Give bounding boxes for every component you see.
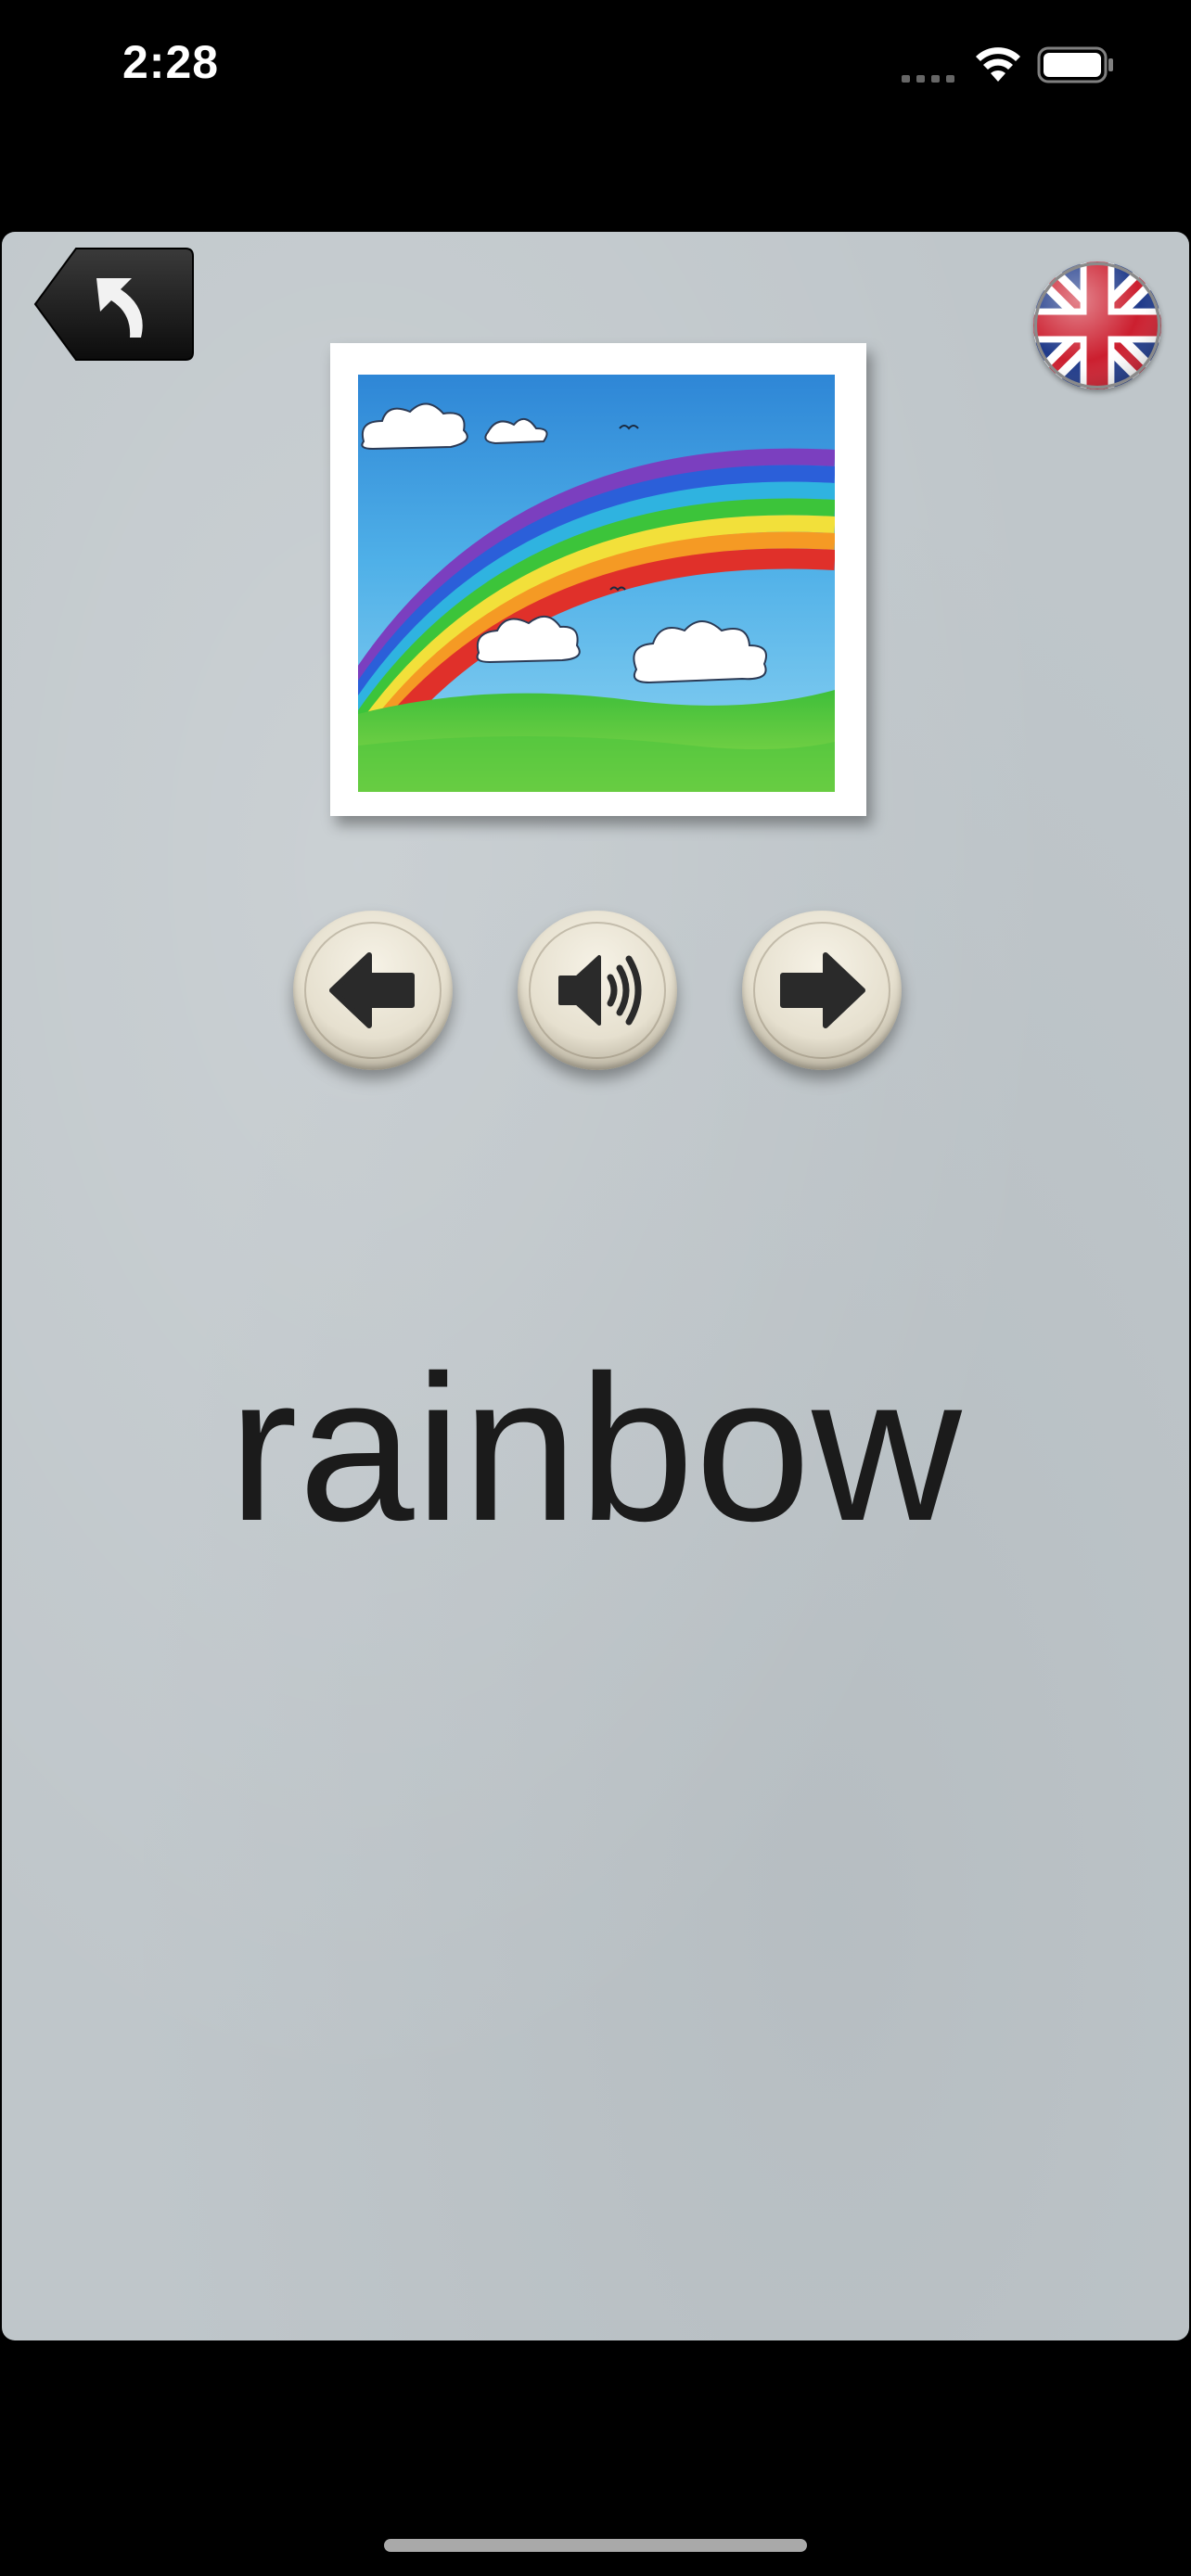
previous-button[interactable] (293, 911, 453, 1070)
back-button[interactable] (30, 241, 197, 367)
back-arrow-icon (33, 248, 194, 361)
status-time: 2:28 (122, 36, 220, 88)
picture-card (330, 343, 866, 816)
rainbow-illustration (358, 375, 835, 792)
wifi-icon (976, 47, 1020, 82)
uk-flag-icon (1033, 261, 1161, 389)
app-screen: 2:28 rainbow (0, 0, 1191, 2576)
speaker-icon (558, 955, 642, 1026)
left-arrow-icon (329, 952, 415, 1028)
status-bar: 2:28 (0, 0, 1191, 139)
flashcard-panel: rainbow (2, 232, 1189, 2340)
right-arrow-icon (780, 952, 865, 1028)
next-button[interactable] (742, 911, 902, 1070)
play-sound-button[interactable] (518, 911, 677, 1070)
battery-icon (1037, 46, 1113, 83)
flashcard-word: rainbow (228, 1333, 963, 1564)
home-indicator[interactable] (384, 2539, 807, 2552)
signal-icon (902, 75, 954, 83)
language-flag-button[interactable] (1033, 261, 1161, 389)
